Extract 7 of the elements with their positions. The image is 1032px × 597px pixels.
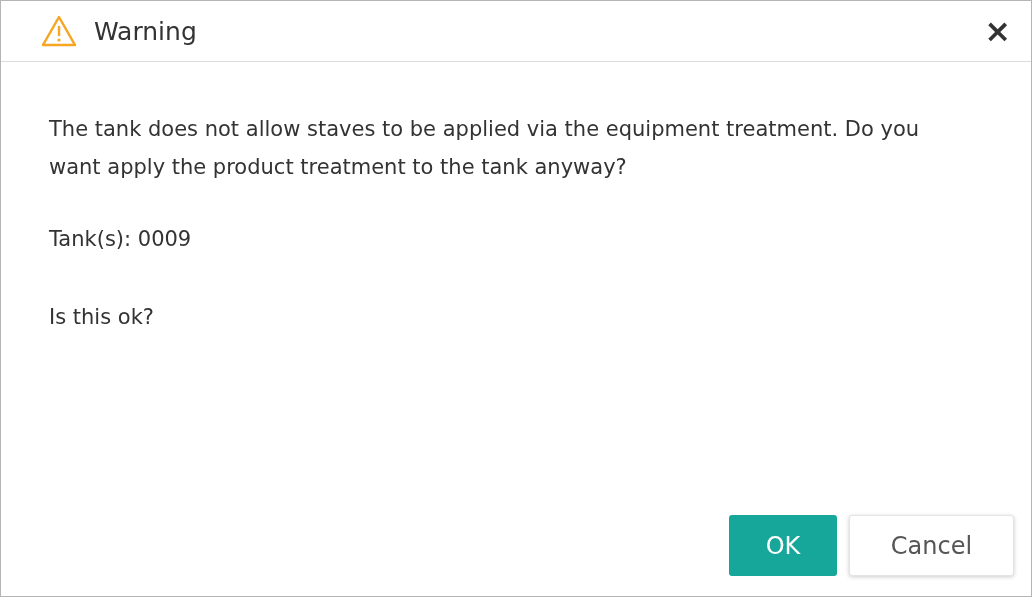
close-button[interactable]: × [980, 15, 1015, 47]
warning-icon [41, 15, 77, 47]
tank-list: Tank(s): 0009 [49, 220, 983, 258]
warning-message: The tank does not allow staves to be applied via the equipment treatment. Do you want apply the product treatment to the tank anyway? [49, 116, 921, 181]
confirm-question: Is this ok? [49, 304, 155, 331]
dialog-title: Warning [94, 16, 197, 46]
cancel-button[interactable]: Cancel [849, 515, 1014, 576]
